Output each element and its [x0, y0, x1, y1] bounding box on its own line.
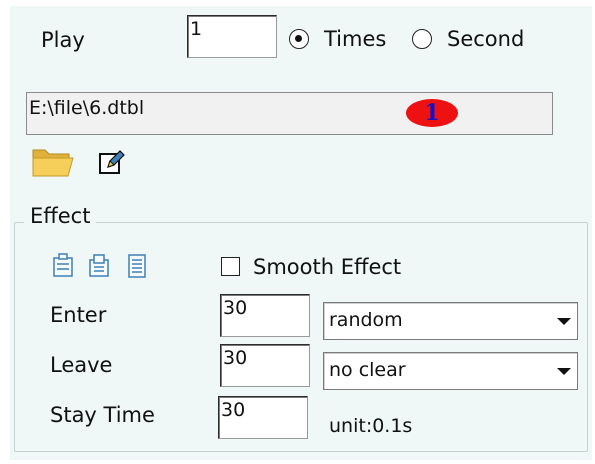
- enter-label: Enter: [50, 303, 107, 327]
- radio-selected-dot: [295, 35, 302, 42]
- enter-speed-input[interactable]: 30: [220, 294, 310, 337]
- smooth-effect-checkbox[interactable]: [221, 257, 240, 276]
- smooth-effect-label: Smooth Effect: [253, 255, 402, 279]
- leave-mode-select[interactable]: no clear: [323, 352, 578, 390]
- play-label: Play: [41, 28, 85, 52]
- leave-label: Leave: [50, 353, 113, 377]
- leave-mode-value: no clear: [329, 359, 406, 381]
- list-icon[interactable]: [124, 252, 150, 280]
- times-label: Times: [324, 27, 387, 51]
- chevron-down-icon: [557, 318, 571, 325]
- step-badge: 1: [406, 99, 458, 127]
- effect-group-title: Effect: [24, 203, 97, 229]
- align-center-icon[interactable]: [86, 252, 112, 280]
- leave-speed-input[interactable]: 30: [220, 344, 310, 387]
- chevron-down-icon: [557, 368, 571, 375]
- play-count-input[interactable]: 1: [187, 15, 277, 58]
- stay-time-label: Stay Time: [50, 403, 155, 427]
- stay-time-input[interactable]: 30: [218, 396, 308, 439]
- edit-icon[interactable]: [97, 148, 127, 178]
- enter-mode-select[interactable]: random: [323, 302, 578, 340]
- stay-unit-label: unit:0.1s: [329, 415, 413, 437]
- file-path-field[interactable]: E:\file\6.dtbl: [26, 92, 553, 135]
- enter-mode-value: random: [329, 309, 403, 331]
- align-top-icon[interactable]: [50, 252, 76, 280]
- second-radio[interactable]: [412, 29, 432, 49]
- folder-open-icon[interactable]: [30, 144, 76, 180]
- times-radio[interactable]: [289, 29, 309, 49]
- second-label: Second: [447, 27, 525, 51]
